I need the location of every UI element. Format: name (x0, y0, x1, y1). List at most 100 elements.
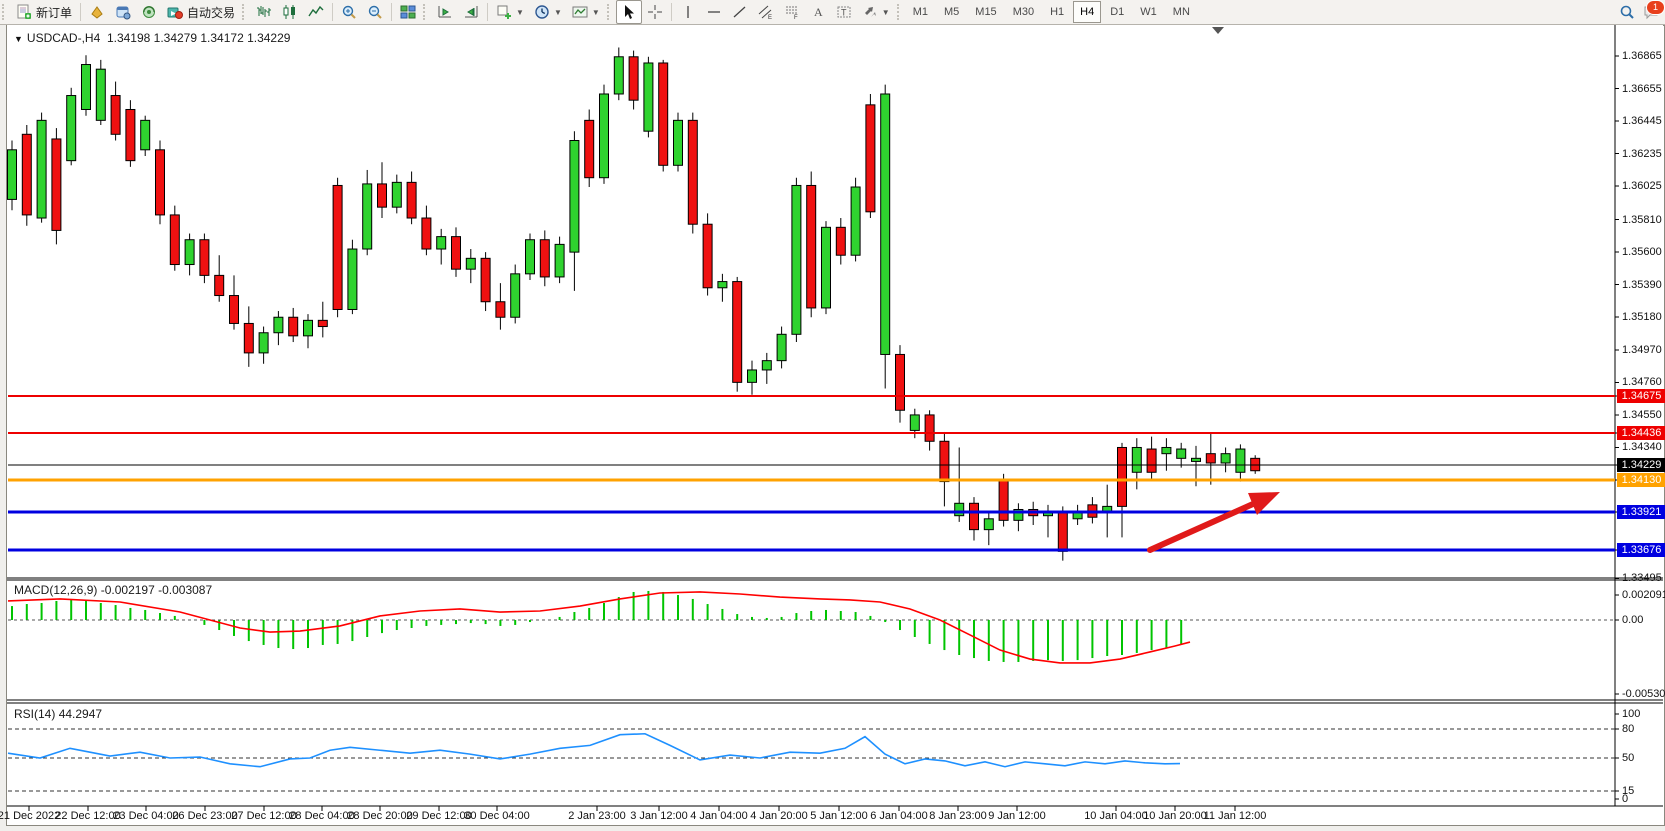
candle-body (866, 105, 875, 212)
time-axis-label: 21 Dec 2022 (0, 810, 60, 822)
candle-body (318, 320, 327, 326)
candle-body (1118, 447, 1127, 506)
time-axis-label: 27 Dec 12:00 (231, 810, 296, 822)
time-axis-label: 10 Jan 20:00 (1143, 810, 1207, 822)
price-line-tag: 1.34130 (1617, 473, 1665, 487)
candle-body (836, 227, 845, 255)
rsi-axis-label: 50 (1622, 752, 1634, 764)
candle-body (1221, 454, 1230, 463)
candle-body (1162, 447, 1171, 453)
candle-body (304, 320, 313, 336)
macd-signal-value: -0.003087 (158, 583, 212, 597)
candle-body (881, 94, 890, 354)
candle-body (1132, 447, 1141, 472)
candle-body (970, 503, 979, 529)
time-axis-label: 3 Jan 12:00 (630, 810, 688, 822)
candle-body (156, 150, 165, 215)
candle-body (96, 69, 105, 120)
time-axis-label: 4 Jan 20:00 (750, 810, 808, 822)
candle-body (940, 441, 949, 481)
candle-body (348, 249, 357, 309)
rsi-name: RSI(14) (14, 707, 55, 721)
candle-body (807, 185, 816, 307)
time-axis-label: 28 Dec 04:00 (289, 810, 354, 822)
chart-symbol-title: ▼ USDCAD-,H4 1.34198 1.34279 1.34172 1.34… (14, 31, 290, 45)
candle-body (1147, 449, 1156, 472)
candle-body (733, 282, 742, 383)
time-axis-label: 30 Dec 04:00 (464, 810, 529, 822)
candle-body (896, 354, 905, 410)
price-axis-label: 1.34970 (1622, 344, 1662, 356)
candle-body (540, 240, 549, 277)
candle-body (378, 184, 387, 207)
candle-body (600, 94, 609, 178)
rsi-axis-label: 0 (1622, 793, 1628, 805)
price-axis-label: 1.34760 (1622, 376, 1662, 388)
time-axis-label: 22 Dec 12:00 (55, 810, 120, 822)
candle-body (762, 361, 771, 370)
price-axis-label: 1.36445 (1622, 115, 1662, 127)
price-line-tag: 1.33921 (1617, 505, 1665, 519)
candle-body (1192, 458, 1201, 461)
price-axis-label: 1.34340 (1622, 441, 1662, 453)
time-axis-label: 5 Jan 12:00 (810, 810, 868, 822)
candle-body (363, 184, 372, 249)
ohlc-values: 1.34198 1.34279 1.34172 1.34229 (107, 31, 291, 45)
price-axis-label: 1.36235 (1622, 148, 1662, 160)
price-line-tag: 1.34229 (1617, 458, 1665, 472)
candle-body (392, 182, 401, 207)
candle-body (37, 120, 46, 218)
candle-body (111, 96, 120, 135)
candle-body (452, 237, 461, 270)
price-axis-label: 1.35810 (1622, 214, 1662, 226)
candle-body (1073, 513, 1082, 519)
candle-body (792, 185, 801, 334)
candle-body (170, 215, 179, 265)
candle-body (999, 480, 1008, 520)
time-axis-label: 28 Dec 20:00 (347, 810, 412, 822)
candle-body (466, 258, 475, 269)
candle-body (8, 150, 17, 200)
candle-body (244, 323, 253, 352)
time-axis-label: 2 Jan 23:00 (568, 810, 626, 822)
price-axis-label: 1.34550 (1622, 409, 1662, 421)
candle-body (703, 224, 712, 288)
symbol-period-text: USDCAD-,H4 (27, 31, 100, 45)
candle-body (570, 140, 579, 252)
candle-body (437, 237, 446, 249)
rsi-axis-label: 100 (1622, 708, 1640, 720)
candle-body (851, 187, 860, 255)
rsi-axis-label: 80 (1622, 723, 1634, 735)
candle-body (422, 218, 431, 249)
candle-body (984, 519, 993, 530)
candle-body (407, 182, 416, 218)
candle-body (67, 96, 76, 161)
price-axis-label: 1.36865 (1622, 50, 1662, 62)
macd-axis-label: 0.002091 (1622, 589, 1665, 601)
candle-body (1058, 513, 1067, 552)
candle-body (955, 503, 964, 515)
candle-body (644, 63, 653, 131)
candle-body (289, 317, 298, 336)
macd-main-value: -0.002197 (101, 583, 155, 597)
candle-body (333, 185, 342, 309)
candle-body (481, 258, 490, 301)
candle-body (526, 240, 535, 274)
time-axis-label: 10 Jan 04:00 (1084, 810, 1148, 822)
candle-body (215, 275, 224, 295)
rsi-value: 44.2947 (59, 707, 102, 721)
candlestick-chart[interactable] (0, 0, 1665, 831)
price-line-tag: 1.33676 (1617, 543, 1665, 557)
collapse-triangle-icon[interactable]: ▼ (14, 34, 23, 44)
candle-body (822, 227, 831, 308)
price-axis-label: 1.35600 (1622, 246, 1662, 258)
candle-body (910, 415, 919, 431)
candle-body (52, 139, 61, 230)
candle-body (1236, 449, 1245, 472)
candle-body (718, 282, 727, 288)
time-axis-label: 26 Dec 23:00 (172, 810, 237, 822)
candle-body (185, 240, 194, 265)
time-axis-label: 6 Jan 04:00 (870, 810, 928, 822)
candle-body (82, 65, 91, 110)
macd-name: MACD(12,26,9) (14, 583, 97, 597)
